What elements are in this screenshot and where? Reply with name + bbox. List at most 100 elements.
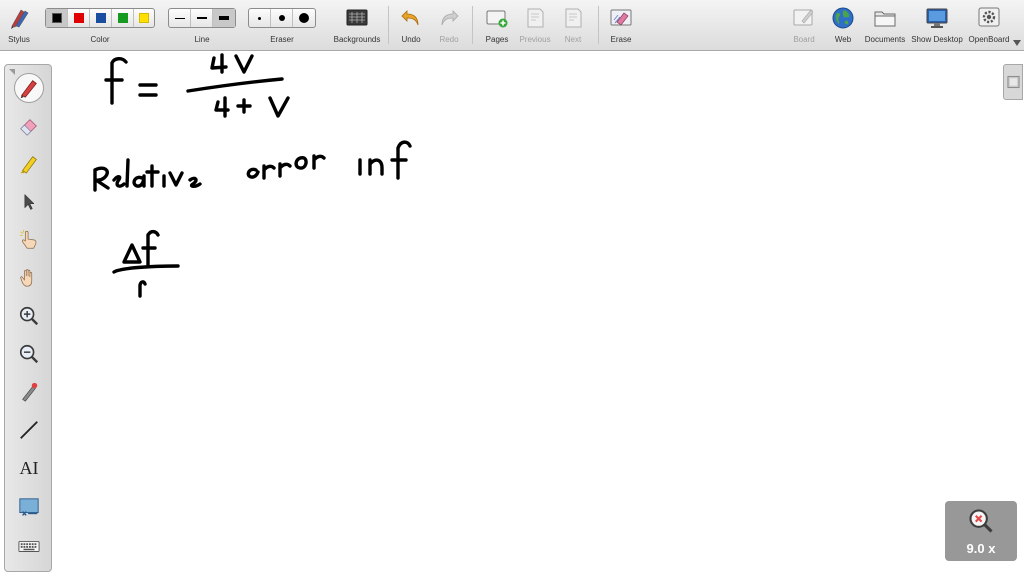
board-label: Board: [793, 35, 815, 44]
toolbar-separator: [388, 6, 389, 44]
openboard-menu-button[interactable]: OpenBoard: [966, 0, 1012, 50]
pen-icon: [20, 80, 37, 99]
pages-button[interactable]: Pages: [480, 0, 514, 50]
add-page-icon: [486, 10, 508, 28]
color-label: Color: [90, 35, 110, 44]
previous-page-icon: [527, 8, 544, 28]
color-yellow-button[interactable]: [134, 9, 154, 27]
undo-label: Undo: [401, 35, 421, 44]
redo-icon: [441, 10, 459, 26]
backgrounds-button[interactable]: Backgrounds: [330, 0, 384, 50]
eraser-label: Eraser: [270, 35, 294, 44]
erase-label: Erase: [610, 35, 632, 44]
color-swatch-green: [117, 13, 128, 23]
erase-button[interactable]: Erase: [604, 0, 638, 50]
next-label: Next: [564, 35, 582, 44]
settings-gear-icon: [978, 7, 1000, 27]
color-red-button[interactable]: [68, 9, 90, 27]
pages-label: Pages: [485, 35, 509, 44]
hand-tool-button[interactable]: [16, 265, 42, 291]
line-thin-button[interactable]: [169, 9, 191, 27]
redo-label: Redo: [439, 35, 459, 44]
eraser-small-button[interactable]: [249, 9, 271, 27]
color-swatch-yellow: [139, 13, 149, 23]
stylus-label: Stylus: [8, 35, 30, 44]
library-icon: [1007, 75, 1020, 89]
undo-icon: [401, 10, 419, 26]
undo-button[interactable]: Undo: [396, 0, 426, 50]
virtual-keyboard-button[interactable]: [16, 533, 42, 559]
eraser-large-button[interactable]: [293, 9, 315, 27]
palette-collapse-icon[interactable]: [7, 67, 17, 77]
stylus-icon: [11, 9, 29, 29]
color-blue-button[interactable]: [90, 9, 112, 27]
web-mode-button[interactable]: Web: [826, 0, 860, 50]
interact-tool-button[interactable]: [16, 227, 42, 253]
stylus-button[interactable]: Stylus: [2, 0, 36, 50]
top-toolbar: Stylus Color Line Eraser Backgrounds Und…: [0, 0, 1024, 51]
zoom-in-icon: [19, 306, 39, 326]
line-group: Line: [168, 0, 236, 50]
line-medium-icon: [196, 17, 207, 19]
text-icon: AI: [19, 457, 39, 478]
color-group: Color: [45, 0, 155, 50]
globe-icon: [832, 7, 854, 29]
menu-chevron-down-icon[interactable]: [1013, 40, 1021, 46]
capture-tool-button[interactable]: [16, 495, 42, 521]
color-green-button[interactable]: [112, 9, 134, 27]
whiteboard-canvas[interactable]: [60, 51, 1000, 576]
zoom-in-tool-button[interactable]: [16, 303, 42, 329]
show-desktop-button[interactable]: Show Desktop: [908, 0, 966, 50]
hand-icon: [20, 269, 33, 287]
pointer-icon: [24, 193, 35, 210]
laser-icon: [22, 382, 38, 402]
board-mode-button[interactable]: Board: [786, 0, 822, 50]
line-medium-button[interactable]: [191, 9, 213, 27]
zoom-indicator[interactable]: 9.0 x: [945, 501, 1017, 561]
color-swatch-red: [73, 13, 84, 23]
line-tool-button[interactable]: [16, 417, 42, 443]
next-page-icon: [565, 8, 582, 28]
backgrounds-label: Backgrounds: [333, 35, 381, 44]
documents-label: Documents: [864, 35, 906, 44]
eraser-large-icon: [299, 13, 309, 23]
pen-tool-button[interactable]: [14, 73, 44, 103]
handwritten-ink: [93, 53, 412, 298]
zoom-reset-icon: [969, 509, 993, 533]
documents-mode-button[interactable]: Documents: [864, 0, 906, 50]
eraser-tool-button[interactable]: [16, 113, 42, 139]
line-icon: [20, 421, 38, 439]
line-thick-button[interactable]: [213, 9, 235, 27]
board-icon: [793, 9, 814, 26]
line-thin-icon: [174, 17, 185, 19]
monitor-icon: [926, 8, 948, 28]
toolbar-separator: [472, 6, 473, 44]
zoom-out-tool-button[interactable]: [16, 341, 42, 367]
selector-tool-button[interactable]: [16, 189, 42, 215]
eraser-icon: [20, 119, 37, 136]
next-page-button[interactable]: Next: [556, 0, 590, 50]
capture-icon: [19, 498, 39, 516]
color-swatch-black: [51, 13, 62, 23]
redo-button[interactable]: Redo: [434, 0, 464, 50]
line-thick-icon: [219, 16, 229, 20]
hand-pointer-icon: [19, 229, 37, 249]
keyboard-icon: [18, 540, 40, 552]
laser-pointer-tool-button[interactable]: [16, 379, 42, 405]
library-palette-tab[interactable]: [1003, 64, 1023, 100]
web-label: Web: [834, 35, 852, 44]
color-selector: [45, 8, 155, 28]
folder-icon: [874, 11, 896, 27]
color-swatch-blue: [95, 13, 106, 23]
previous-page-button[interactable]: Previous: [518, 0, 552, 50]
eraser-size-selector: [248, 8, 316, 28]
tool-palette: AI: [4, 64, 52, 572]
color-black-button[interactable]: [46, 9, 68, 27]
text-tool-button[interactable]: AI: [16, 455, 42, 481]
show-desktop-label: Show Desktop: [911, 35, 963, 44]
eraser-small-icon: [258, 16, 261, 20]
highlighter-tool-button[interactable]: [16, 151, 42, 177]
eraser-medium-button[interactable]: [271, 9, 293, 27]
line-label: Line: [194, 35, 210, 44]
line-width-selector: [168, 8, 236, 28]
